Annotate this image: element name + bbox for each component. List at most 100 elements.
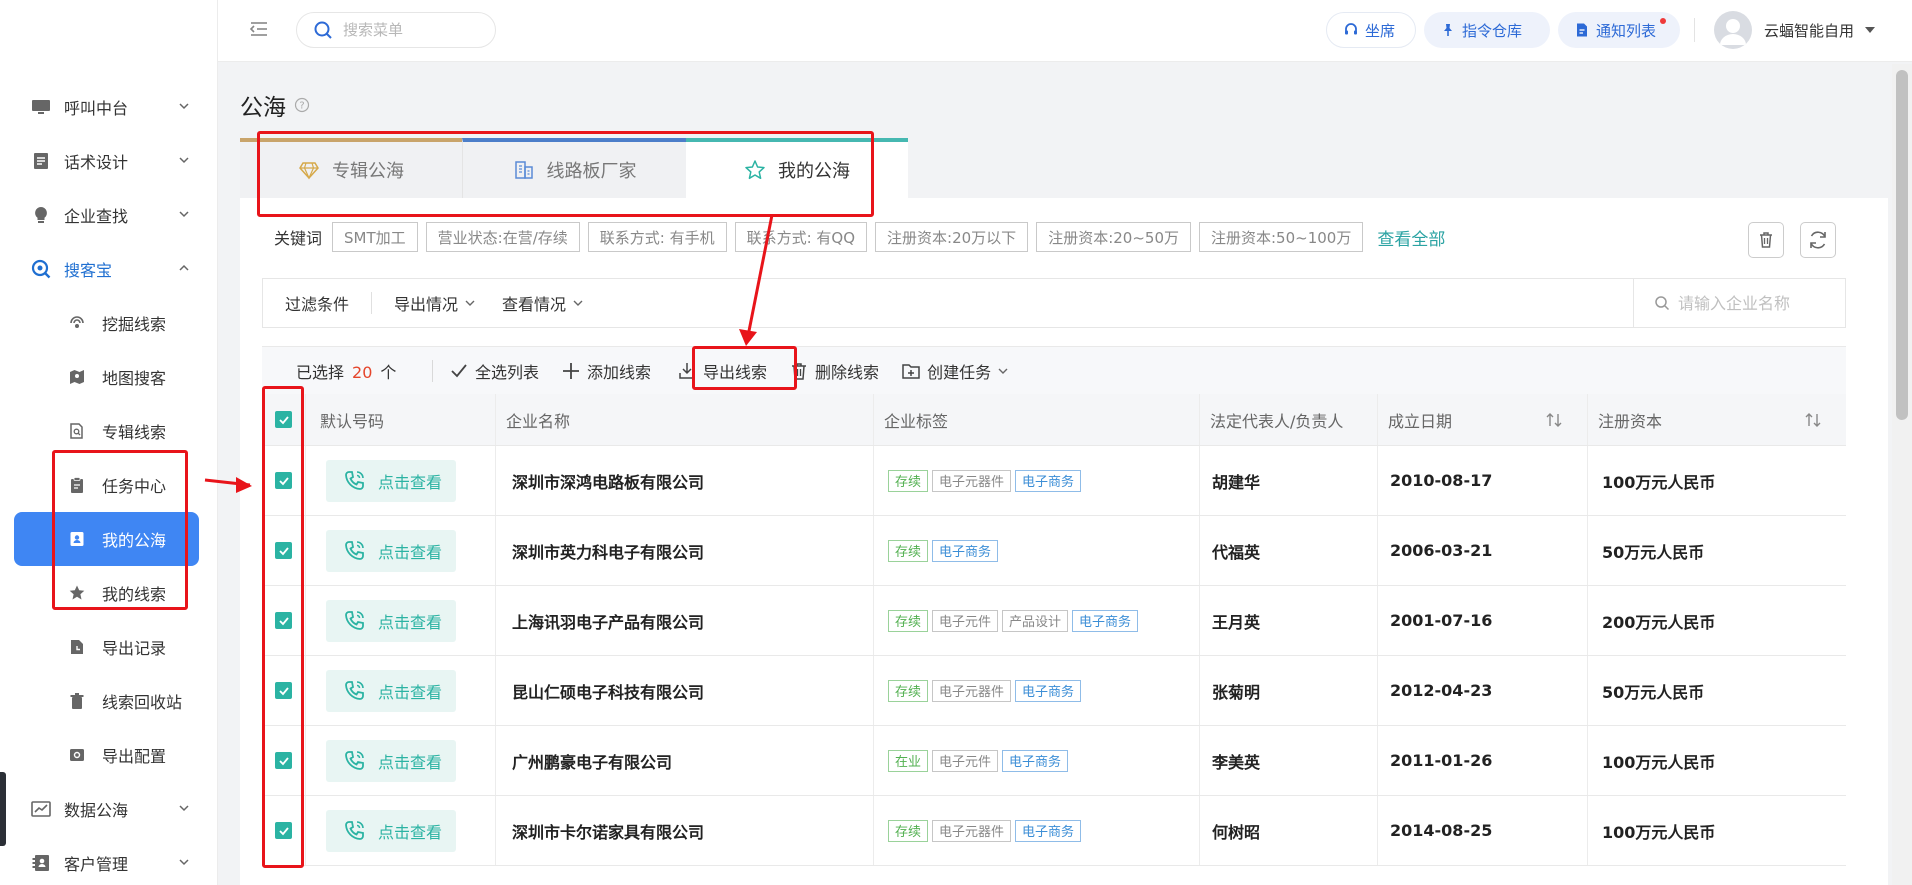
registered-capital: 100万元人民币 — [1602, 822, 1716, 842]
registered-capital-cell: 200万元人民币 — [1588, 586, 1846, 655]
row-checkbox[interactable] — [262, 446, 306, 515]
row-checkbox[interactable] — [262, 796, 306, 865]
monitor-icon — [32, 100, 50, 114]
keyword-chip[interactable]: 注册资本:50~100万 — [1198, 222, 1364, 252]
company-search[interactable] — [1633, 279, 1845, 327]
add-lead-button[interactable]: 添加线索 — [561, 359, 651, 383]
select-all-checkbox[interactable] — [262, 394, 306, 445]
company-name-cell[interactable]: 深圳市卡尔诺家具有限公司 — [496, 796, 874, 865]
company-name-cell[interactable]: 广州鹏豪电子有限公司 — [496, 726, 874, 795]
keyword-chip[interactable]: 注册资本:20~50万 — [1036, 222, 1191, 252]
sidebar-item-6[interactable]: 专辑线索 — [0, 404, 217, 458]
view-number-button[interactable]: 点击查看 — [326, 599, 456, 642]
table-row[interactable]: 点击查看 深圳市深鸿电路板有限公司 存续 电子元器件 电子商务 胡建华 2010-08-17… — [262, 446, 1846, 516]
view-number-button[interactable]: 点击查看 — [326, 459, 456, 502]
row-checkbox[interactable] — [262, 586, 306, 655]
sort-icon[interactable] — [1545, 412, 1563, 428]
page-scrollbar[interactable] — [1892, 64, 1912, 885]
row-checkbox[interactable] — [262, 656, 306, 725]
col-registered-capital[interactable]: 注册资本 — [1588, 394, 1846, 445]
notify-list-button[interactable]: 通知列表 — [1558, 12, 1680, 48]
company-search-input[interactable] — [1678, 293, 1838, 313]
keyword-chip[interactable]: 联系方式: 有QQ — [734, 222, 868, 252]
sidebar-collapse-handle[interactable] — [0, 772, 6, 846]
registered-capital: 50万元人民币 — [1602, 542, 1705, 562]
col-company-tags: 企业标签 — [874, 394, 1200, 445]
sidebar-item-5[interactable]: 地图搜客 — [0, 350, 217, 404]
user-menu[interactable]: 云蝠智能自用 — [1714, 10, 1876, 50]
filter-view-status[interactable]: 查看情况 — [498, 291, 606, 315]
view-number-button[interactable]: 点击查看 — [326, 669, 456, 712]
sidebar-item-2[interactable]: 企业查找 — [0, 188, 217, 242]
view-number-button[interactable]: 点击查看 — [326, 529, 456, 572]
keyword-chip[interactable]: 注册资本:20万以下 — [875, 222, 1029, 252]
sort-icon[interactable] — [1804, 412, 1822, 428]
check-icon — [278, 686, 289, 695]
col-founded-date[interactable]: 成立日期 — [1378, 394, 1588, 445]
tab-my-pool[interactable]: 我的公海 — [686, 138, 908, 198]
legal-rep: 何树昭 — [1212, 822, 1261, 842]
seat-button[interactable]: 坐席 — [1326, 12, 1416, 48]
company-name: 上海讯羽电子产品有限公司 — [512, 612, 705, 632]
row-checkbox[interactable] — [262, 726, 306, 795]
clear-keywords-button[interactable] — [1748, 222, 1784, 258]
sidebar-item-4[interactable]: 挖掘线索 — [0, 296, 217, 350]
sidebar-item-13[interactable]: 数据公海 — [0, 782, 217, 836]
row-checkbox[interactable] — [262, 516, 306, 585]
sidebar-item-9[interactable]: 我的线索 — [0, 566, 217, 620]
search-icon — [314, 21, 332, 39]
table-row[interactable]: 点击查看 广州鹏豪电子有限公司 在业 电子元件 电子商务 李美英 2011-01-26 100… — [262, 726, 1846, 796]
keyword-chip[interactable]: 营业状态:在营/存续 — [425, 222, 580, 252]
company-tag: 存续 — [888, 469, 929, 492]
table-row[interactable]: 点击查看 深圳市卡尔诺家具有限公司 存续 电子元器件 电子商务 何树昭 2014-08-25… — [262, 796, 1846, 866]
sidebar-item-10[interactable]: 导出记录 — [0, 620, 217, 674]
sidebar-item-1[interactable]: 话术设计 — [0, 134, 217, 188]
select-all-button[interactable]: 全选列表 — [449, 359, 539, 383]
company-name: 深圳市深鸿电路板有限公司 — [512, 472, 705, 492]
sidebar-item-14[interactable]: 客户管理 — [0, 836, 217, 885]
command-repo-button[interactable]: 指令仓库 — [1424, 12, 1550, 48]
sidebar-item-7[interactable]: 任务中心 — [0, 458, 217, 512]
table-row[interactable]: 点击查看 昆山仁硕电子科技有限公司 存续 电子元器件 电子商务 张菊明 2012-04-23… — [262, 656, 1846, 726]
menu-search-input[interactable] — [343, 21, 473, 39]
view-number-label: 点击查看 — [378, 752, 443, 772]
tab-pcb-vendor[interactable]: 线路板厂家 — [462, 138, 686, 198]
legal-rep-cell: 代福英 — [1200, 516, 1378, 585]
company-name-cell[interactable]: 深圳市英力科电子有限公司 — [496, 516, 874, 585]
sidebar-item-label: 话术设计 — [64, 153, 129, 172]
table-row[interactable]: 点击查看 上海讯羽电子产品有限公司 存续 电子元件 产品设计 电子商务 王月英 2001-07… — [262, 586, 1846, 656]
content-panel: 关键词 SMT加工 营业状态:在营/存续 联系方式: 有手机 联系方式: 有QQ 注册资… — [240, 198, 1888, 885]
export-lead-button[interactable]: 导出线索 — [677, 359, 767, 383]
view-number-button[interactable]: 点击查看 — [326, 809, 456, 852]
sidebar-item-3[interactable]: 搜客宝 — [0, 242, 217, 296]
filter-condition[interactable]: 过滤条件 — [263, 291, 371, 315]
keyword-chip[interactable]: 联系方式: 有手机 — [587, 222, 727, 252]
menu-collapse-icon[interactable] — [248, 18, 270, 40]
sidebar-item-12[interactable]: 导出配置 — [0, 728, 217, 782]
help-icon[interactable]: ? — [294, 97, 310, 113]
sidebar-item-11[interactable]: 线索回收站 — [0, 674, 217, 728]
selected-suffix: 个 — [380, 362, 397, 382]
chevron-down-icon — [465, 300, 475, 306]
company-name-cell[interactable]: 深圳市深鸿电路板有限公司 — [496, 446, 874, 515]
scroll-thumb[interactable] — [1896, 70, 1908, 420]
default-number-cell: 点击查看 — [306, 796, 496, 865]
company-name-cell[interactable]: 昆山仁硕电子科技有限公司 — [496, 656, 874, 725]
refresh-button[interactable] — [1800, 222, 1836, 258]
col-header-label: 默认号码 — [320, 411, 385, 431]
delete-lead-button[interactable]: 删除线索 — [789, 359, 879, 383]
filter-view-label: 查看情况 — [502, 295, 567, 314]
sidebar-item-0[interactable]: 呼叫中台 — [0, 80, 217, 134]
company-name-cell[interactable]: 上海讯羽电子产品有限公司 — [496, 586, 874, 655]
check-icon — [278, 476, 289, 485]
create-task-button[interactable]: 创建任务 — [901, 359, 1009, 383]
tab-album-pool[interactable]: 专辑公海 — [240, 138, 462, 198]
tab-label: 线路板厂家 — [546, 161, 637, 182]
sidebar-item-8[interactable]: 我的公海 — [14, 512, 199, 566]
menu-search[interactable] — [296, 12, 496, 48]
view-number-button[interactable]: 点击查看 — [326, 739, 456, 782]
view-all-link[interactable]: 查看全部 — [1377, 225, 1445, 250]
table-row[interactable]: 点击查看 深圳市英力科电子有限公司 存续 电子商务 代福英 2006-03-21 50万元人… — [262, 516, 1846, 586]
keyword-chip[interactable]: SMT加工 — [332, 222, 418, 252]
filter-export-status[interactable]: 导出情况 — [372, 291, 498, 315]
